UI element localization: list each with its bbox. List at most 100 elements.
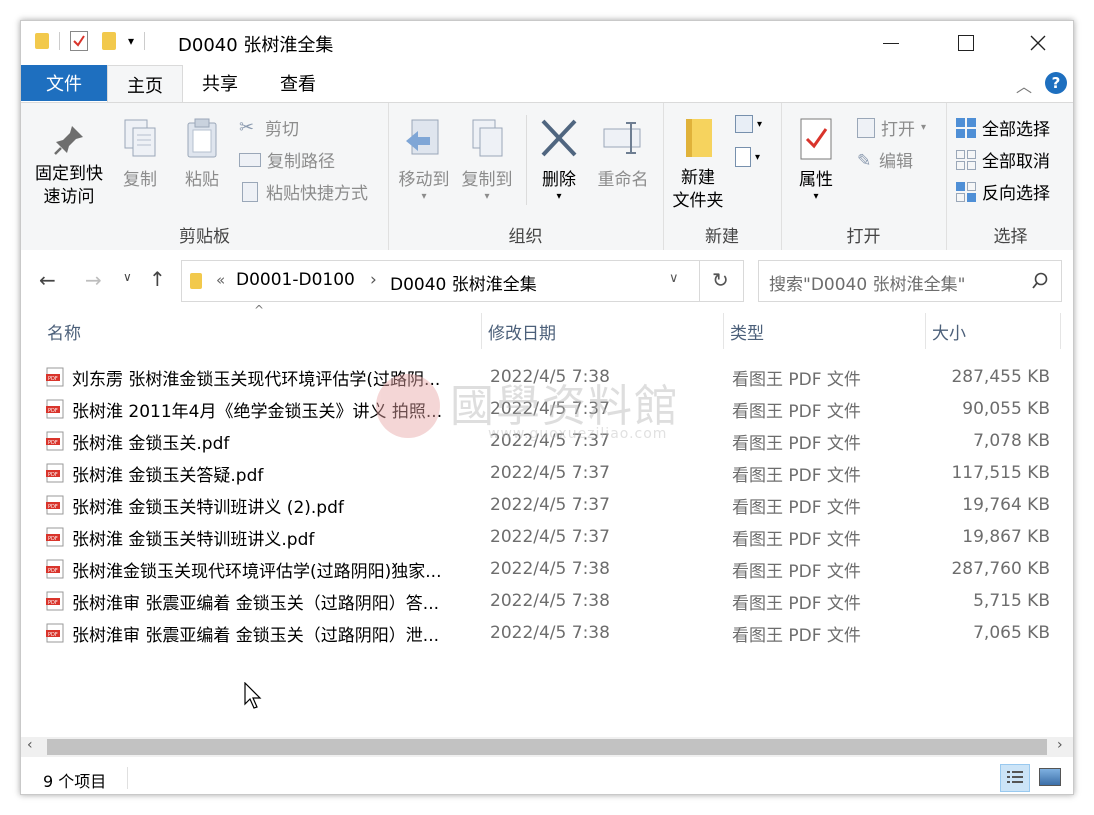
- pdf-file-icon: PDF: [46, 559, 64, 579]
- tab-home[interactable]: 主页: [107, 65, 183, 104]
- invert-selection-button[interactable]: 反向选择: [956, 179, 1050, 204]
- properties-check-icon[interactable]: [70, 31, 88, 51]
- invert-selection-icon: [956, 181, 976, 202]
- easy-access-button[interactable]: ▾: [735, 147, 760, 167]
- file-date: 2022/4/5 7:38: [490, 623, 610, 643]
- address-bar[interactable]: « D0001-D0100 › D0040 张树淮全集 ∨ ↻: [181, 260, 744, 302]
- back-arrow-icon[interactable]: ←: [39, 268, 56, 292]
- pdf-file-icon: PDF: [46, 527, 64, 547]
- scroll-right-arrow-icon[interactable]: ›: [1057, 737, 1063, 753]
- svg-text:PDF: PDF: [48, 504, 58, 510]
- file-row[interactable]: PDF 刘东雳 张树淮金锁玉关现代环境评估学(过路阴... 2022/4/5 7:3…: [21, 361, 1073, 393]
- file-row[interactable]: PDF 张树淮 金锁玉关特训班讲义 (2).pdf 2022/4/5 7:37 看图王…: [21, 489, 1073, 521]
- copy-button[interactable]: 复制: [115, 117, 165, 192]
- address-overflow[interactable]: «: [216, 271, 225, 289]
- new-item-button[interactable]: ▾: [735, 115, 762, 133]
- paste-button[interactable]: 粘贴: [177, 117, 227, 192]
- up-arrow-icon[interactable]: ↑: [149, 267, 166, 291]
- file-row[interactable]: PDF 张树淮审 张震亚编着 金锁玉关（过路阴阳）答... 2022/4/5 7:3…: [21, 585, 1073, 617]
- file-date: 2022/4/5 7:38: [490, 367, 610, 387]
- minimize-button[interactable]: [856, 21, 926, 65]
- file-row[interactable]: PDF 张树淮 金锁玉关特训班讲义.pdf 2022/4/5 7:37 看图王 PDF…: [21, 521, 1073, 553]
- tab-view[interactable]: 查看: [269, 65, 327, 101]
- file-type: 看图王 PDF 文件: [732, 625, 861, 646]
- scroll-left-arrow-icon[interactable]: ‹: [27, 737, 33, 753]
- maximize-icon: [958, 35, 974, 51]
- file-name-cell[interactable]: PDF 张树淮 2011年4月《绝学金锁玉关》讲义 拍照...: [46, 393, 466, 425]
- new-folder-quick-icon[interactable]: [102, 32, 116, 50]
- address-history-chevron-icon[interactable]: ∨: [669, 271, 679, 286]
- maximize-button[interactable]: [931, 21, 1001, 65]
- column-header-date[interactable]: 修改日期: [482, 313, 724, 349]
- file-date: 2022/4/5 7:38: [490, 591, 610, 611]
- file-name-cell[interactable]: PDF 刘东雳 张树淮金锁玉关现代环境评估学(过路阴...: [46, 361, 466, 393]
- open-button[interactable]: 打开 ▾: [857, 115, 926, 140]
- select-all-button[interactable]: 全部选择: [956, 115, 1050, 140]
- file-row[interactable]: PDF 张树淮 2011年4月《绝学金锁玉关》讲义 拍照... 2022/4/5 7…: [21, 393, 1073, 425]
- column-header-type[interactable]: 类型: [724, 313, 926, 349]
- select-none-label: 全部取消: [982, 152, 1050, 172]
- pin-quick-access-button[interactable]: 固定到快 速访问: [29, 121, 109, 209]
- copy-path-button[interactable]: 复制路径: [239, 147, 335, 172]
- easy-access-icon: [735, 147, 751, 167]
- refresh-icon[interactable]: ↻: [712, 268, 729, 292]
- ribbon-tab-bar: 文件 主页 共享 查看 ︿ ?: [21, 65, 1073, 104]
- file-name-cell[interactable]: PDF 张树淮审 张震亚编着 金锁玉关（过路阴阳）答...: [46, 585, 466, 617]
- file-name-cell[interactable]: PDF 张树淮审 张震亚编着 金锁玉关（过路阴阳）泄...: [46, 617, 466, 649]
- column-header-name[interactable]: 名称: [41, 313, 482, 349]
- file-name-cell[interactable]: PDF 张树淮 金锁玉关特训班讲义 (2).pdf: [46, 489, 466, 521]
- open-dropdown-icon: ▾: [921, 122, 927, 133]
- cut-label: 剪切: [265, 120, 299, 140]
- file-date: 2022/4/5 7:37: [490, 527, 610, 547]
- edit-button[interactable]: ✎ 编辑: [857, 147, 913, 173]
- select-all-label: 全部选择: [982, 120, 1050, 140]
- new-folder-button[interactable]: 新建 文件夹: [667, 117, 729, 213]
- paste-shortcut-button[interactable]: 粘贴快捷方式: [239, 179, 368, 204]
- file-name-cell[interactable]: PDF 张树淮 金锁玉关答疑.pdf: [46, 457, 466, 489]
- search-icon[interactable]: [1031, 272, 1049, 290]
- breadcrumb-d0001-d0100[interactable]: D0001-D0100: [236, 270, 355, 290]
- column-header-size[interactable]: 大小: [926, 313, 1061, 349]
- recent-locations-chevron-icon[interactable]: ∨: [123, 270, 132, 284]
- new-group-label: 新建: [705, 227, 739, 247]
- help-icon[interactable]: ?: [1045, 72, 1067, 94]
- file-size: 117,515 KB: [951, 463, 1050, 483]
- horizontal-scrollbar[interactable]: ‹ ›: [21, 737, 1073, 757]
- large-icons-view-icon[interactable]: [1039, 768, 1061, 786]
- svg-text:PDF: PDF: [48, 408, 58, 414]
- paste-label: 粘贴: [185, 170, 219, 190]
- select-none-button[interactable]: 全部取消: [956, 147, 1050, 172]
- forward-arrow-icon[interactable]: →: [85, 268, 102, 292]
- ribbon: 固定到快 速访问 复制 粘贴 ✂ 剪切 复制路径 粘贴快捷方式 剪贴板 移动到 …: [21, 102, 1073, 252]
- delete-button[interactable]: 删除 ▾: [534, 117, 584, 202]
- file-name-cell[interactable]: PDF 张树淮 金锁玉关.pdf: [46, 425, 466, 457]
- search-box[interactable]: 搜索"D0040 张树淮全集": [758, 260, 1062, 302]
- file-row[interactable]: PDF 张树淮 金锁玉关.pdf 2022/4/5 7:37 看图王 PDF 文件 7,…: [21, 425, 1073, 457]
- copy-to-button[interactable]: 复制到 ▾: [456, 117, 518, 202]
- close-button[interactable]: [1003, 21, 1073, 65]
- collapse-ribbon-chevron-icon[interactable]: ︿: [1016, 73, 1032, 97]
- move-to-button[interactable]: 移动到 ▾: [396, 117, 452, 202]
- breadcrumb-current[interactable]: D0040 张树淮全集: [390, 270, 537, 295]
- customize-quick-access-dropdown[interactable]: ▾: [128, 34, 134, 48]
- explorer-window: ▾ D0040 张树淮全集 文件 主页 共享 查看 ︿ ? 固定到快 速访问 复: [20, 20, 1074, 795]
- pdf-file-icon: PDF: [46, 399, 64, 419]
- file-row[interactable]: PDF 张树淮 金锁玉关答疑.pdf 2022/4/5 7:37 看图王 PDF 文件…: [21, 457, 1073, 489]
- delete-x-icon: [541, 119, 577, 157]
- mouse-cursor-icon: [244, 682, 262, 709]
- file-name-cell[interactable]: PDF 张树淮金锁玉关现代环境评估学(过路阴阳)独家...: [46, 553, 466, 585]
- tab-share[interactable]: 共享: [191, 65, 249, 101]
- scrollbar-thumb[interactable]: [47, 739, 1047, 755]
- file-name-cell[interactable]: PDF 张树淮 金锁玉关特训班讲义.pdf: [46, 521, 466, 553]
- rename-button[interactable]: 重命名: [590, 117, 656, 192]
- search-input[interactable]: 搜索"D0040 张树淮全集": [769, 270, 965, 295]
- file-size: 90,055 KB: [962, 399, 1050, 419]
- details-view-icon[interactable]: [1000, 764, 1030, 792]
- cut-button[interactable]: ✂ 剪切: [239, 115, 299, 140]
- properties-button[interactable]: 属性 ▾: [791, 117, 841, 202]
- file-row[interactable]: PDF 张树淮金锁玉关现代环境评估学(过路阴阳)独家... 2022/4/5 7:3…: [21, 553, 1073, 585]
- pdf-file-icon: PDF: [46, 431, 64, 451]
- tab-file[interactable]: 文件: [21, 65, 107, 101]
- file-row[interactable]: PDF 张树淮审 张震亚编着 金锁玉关（过路阴阳）泄... 2022/4/5 7:3…: [21, 617, 1073, 649]
- close-icon: [1030, 35, 1046, 51]
